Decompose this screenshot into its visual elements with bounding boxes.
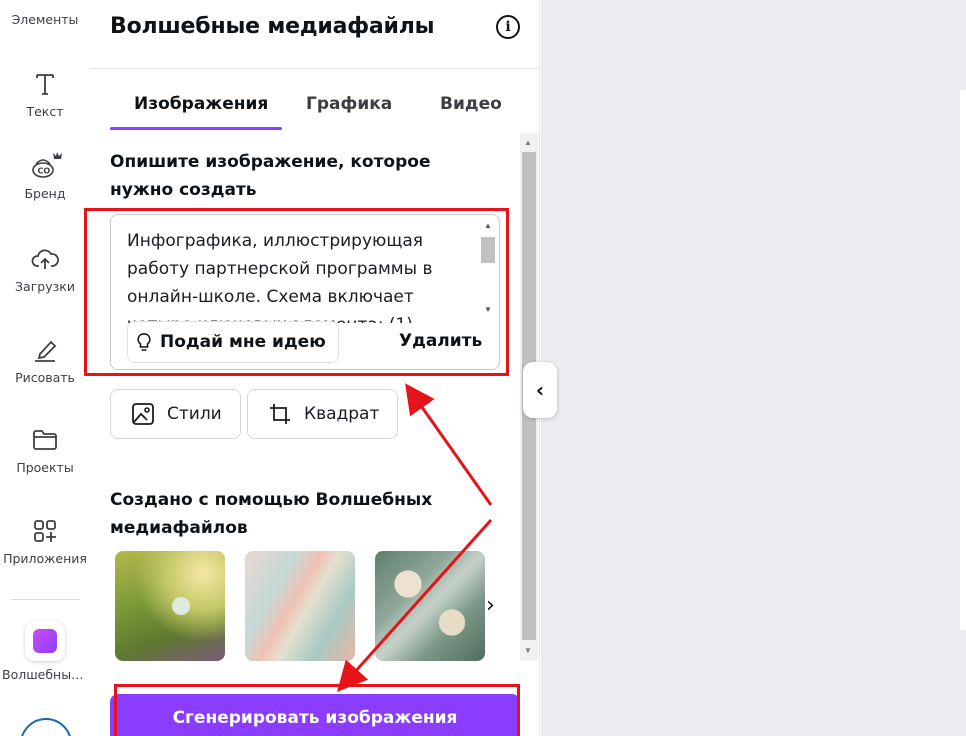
annotation-arrows: [336, 383, 493, 692]
